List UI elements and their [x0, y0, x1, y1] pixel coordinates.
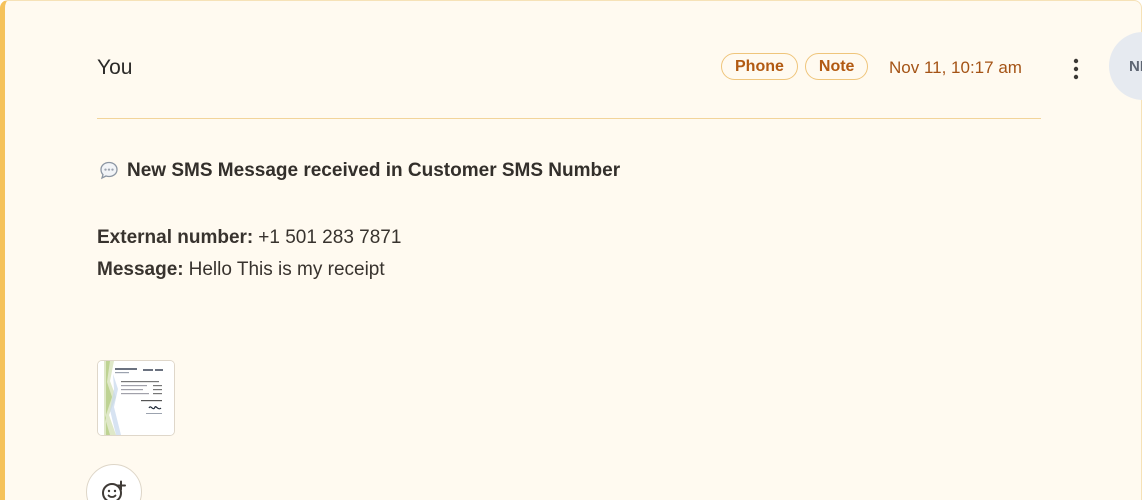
note-author: You [97, 56, 133, 79]
tag-note[interactable]: Note [804, 53, 869, 80]
emoji-add-icon [102, 480, 126, 500]
tag-phone[interactable]: Phone [721, 53, 798, 80]
message-line: Message: Hello This is my receipt [97, 258, 385, 282]
external-number-line: External number: +1 501 283 7871 [97, 226, 401, 250]
avatar: NM [1109, 32, 1142, 100]
more-options-button[interactable] [1063, 54, 1089, 84]
sms-note-card: You Phone Note Nov 11, 10:17 am NM [0, 0, 1142, 500]
note-timestamp: Nov 11, 10:17 am [889, 58, 1022, 77]
add-reaction-button[interactable] [86, 464, 142, 500]
speech-bubble-icon [100, 161, 118, 180]
receipt-attachment-thumbnail[interactable] [97, 360, 175, 436]
note-divider [97, 118, 1041, 119]
sms-headline: New SMS Message received in Customer SMS… [97, 159, 620, 183]
headline-text: New SMS Message received in Customer SMS… [127, 160, 621, 181]
vertical-dots-icon [1073, 58, 1079, 80]
note-tags: Phone Note [721, 53, 869, 80]
external-number-label: External number: [97, 227, 254, 248]
message-value: Hello This is my receipt [188, 259, 385, 280]
avatar-initials: NM [1129, 57, 1142, 75]
external-number-value: +1 501 283 7871 [258, 227, 402, 248]
message-label: Message: [97, 259, 184, 280]
timeline-view: You Phone Note Nov 11, 10:17 am NM [0, 0, 1142, 500]
receipt-thumbnail [98, 361, 174, 435]
